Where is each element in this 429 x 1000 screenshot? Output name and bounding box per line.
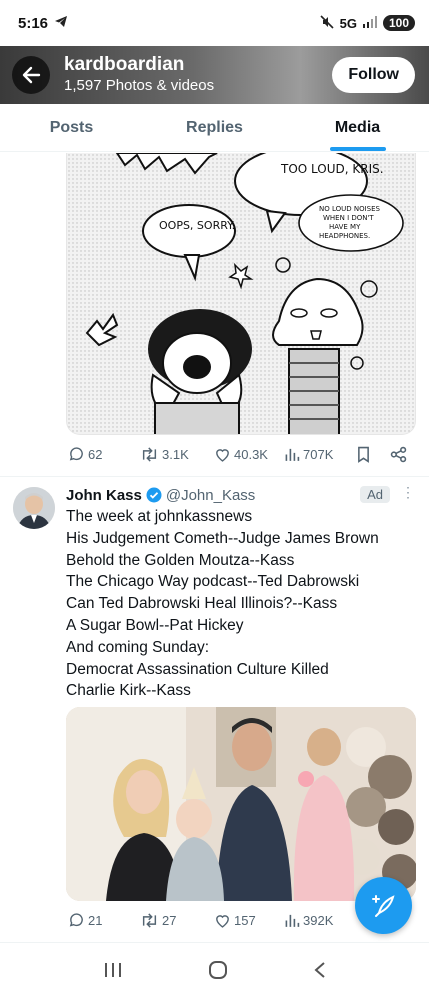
- recent-apps-icon[interactable]: [103, 961, 123, 984]
- post-divider: [0, 476, 429, 477]
- profile-name: kardboardian: [64, 54, 185, 75]
- share-button[interactable]: [390, 446, 407, 463]
- repost-icon: [142, 913, 157, 928]
- like-count: 157: [234, 913, 256, 928]
- repost-icon: [142, 447, 157, 462]
- compose-button[interactable]: [355, 877, 412, 934]
- bookmark-button[interactable]: [356, 446, 371, 463]
- profile-tabs: Posts Replies Media: [0, 104, 429, 152]
- author-name[interactable]: John Kass: [66, 487, 142, 504]
- post-line: Charlie Kirk--Kass: [66, 682, 191, 700]
- share-icon: [390, 446, 407, 463]
- post-line: Democrat Assassination Culture Killed: [66, 660, 329, 678]
- system-nav-bar: [0, 945, 429, 1000]
- ad-badge: Ad: [360, 486, 390, 503]
- author-handle[interactable]: @John_Kass: [166, 487, 255, 504]
- repost-button[interactable]: 27: [140, 912, 176, 929]
- profile-media-count: 1,597 Photos & videos: [64, 77, 215, 94]
- back-button[interactable]: [12, 56, 50, 94]
- status-bar: 5:16 5G 100: [0, 0, 429, 46]
- post-line: And coming Sunday:: [66, 638, 210, 656]
- repost-count: 27: [162, 913, 177, 928]
- profile-header: kardboardian 1,597 Photos & videos Follo…: [0, 46, 429, 104]
- views-button[interactable]: 392K: [284, 912, 333, 929]
- signal-icon: [362, 15, 377, 31]
- like-button[interactable]: 157: [214, 912, 256, 929]
- post-line: His Judgement Cometh--Judge James Brown: [66, 529, 379, 547]
- views-icon: [285, 448, 300, 461]
- home-icon[interactable]: [208, 960, 228, 985]
- battery-badge: 100: [382, 15, 415, 31]
- bubble-text-2: OOPS, SORRY.: [159, 219, 235, 232]
- arrow-left-icon: [22, 66, 41, 84]
- post-line: The Chicago Way podcast--Ted Dabrowski: [66, 573, 360, 591]
- tab-media[interactable]: Media: [286, 104, 429, 151]
- views-icon: [285, 914, 300, 927]
- post-line: Can Ted Dabrowski Heal Illinois?--Kass: [66, 595, 338, 613]
- bookmark-icon: [358, 446, 369, 463]
- ad-post-header: John Kass @John_Kass Ad ⋮: [66, 484, 416, 506]
- post-divider: [0, 942, 429, 943]
- views-button[interactable]: 707K: [284, 446, 333, 463]
- views-count: 707K: [303, 447, 334, 462]
- bubble-text-1: TOO LOUD, KRIS.: [280, 162, 384, 176]
- reply-count: 62: [88, 447, 103, 462]
- avatar-image: [13, 487, 55, 529]
- like-count: 40.3K: [234, 447, 268, 462]
- verified-badge-icon: [146, 487, 162, 503]
- back-nav-icon[interactable]: [313, 960, 327, 985]
- tab-posts[interactable]: Posts: [0, 104, 143, 151]
- heart-icon: [216, 449, 229, 462]
- family-photo: [66, 707, 416, 901]
- post-line: A Sugar Bowl--Pat Hickey: [66, 616, 244, 634]
- feather-plus-icon: [371, 894, 395, 917]
- reply-icon: [69, 447, 83, 461]
- reply-count: 21: [88, 913, 103, 928]
- follow-button[interactable]: Follow: [332, 57, 415, 93]
- post-line: Behold the Golden Moutza--Kass: [66, 551, 295, 569]
- avatar[interactable]: [13, 487, 55, 529]
- comic-illustration: TOO LOUD, KRIS. OOPS, SORRY. NO LOUD NOI…: [67, 153, 415, 434]
- status-time: 5:16: [18, 14, 49, 32]
- more-options-icon[interactable]: ⋮: [401, 484, 415, 501]
- reply-icon: [69, 913, 83, 927]
- reply-button[interactable]: 62: [68, 446, 102, 463]
- network-label: 5G: [339, 15, 357, 31]
- post-actions: 62 3.1K 40.3K 707K: [0, 444, 429, 468]
- like-button[interactable]: 40.3K: [214, 446, 268, 463]
- tab-replies[interactable]: Replies: [143, 104, 286, 151]
- repost-button[interactable]: 3.1K: [140, 446, 189, 463]
- heart-icon: [216, 915, 229, 928]
- views-count: 392K: [303, 913, 334, 928]
- repost-count: 3.1K: [162, 447, 189, 462]
- ad-post-text: The week at johnkassnews His Judgement C…: [66, 506, 416, 702]
- comic-image[interactable]: TOO LOUD, KRIS. OOPS, SORRY. NO LOUD NOI…: [66, 153, 416, 435]
- post-line: The week at johnkassnews: [66, 508, 253, 525]
- reply-button[interactable]: 21: [68, 912, 102, 929]
- post-photo[interactable]: [66, 707, 416, 901]
- telegram-icon: [54, 15, 68, 32]
- mute-icon: [320, 14, 334, 32]
